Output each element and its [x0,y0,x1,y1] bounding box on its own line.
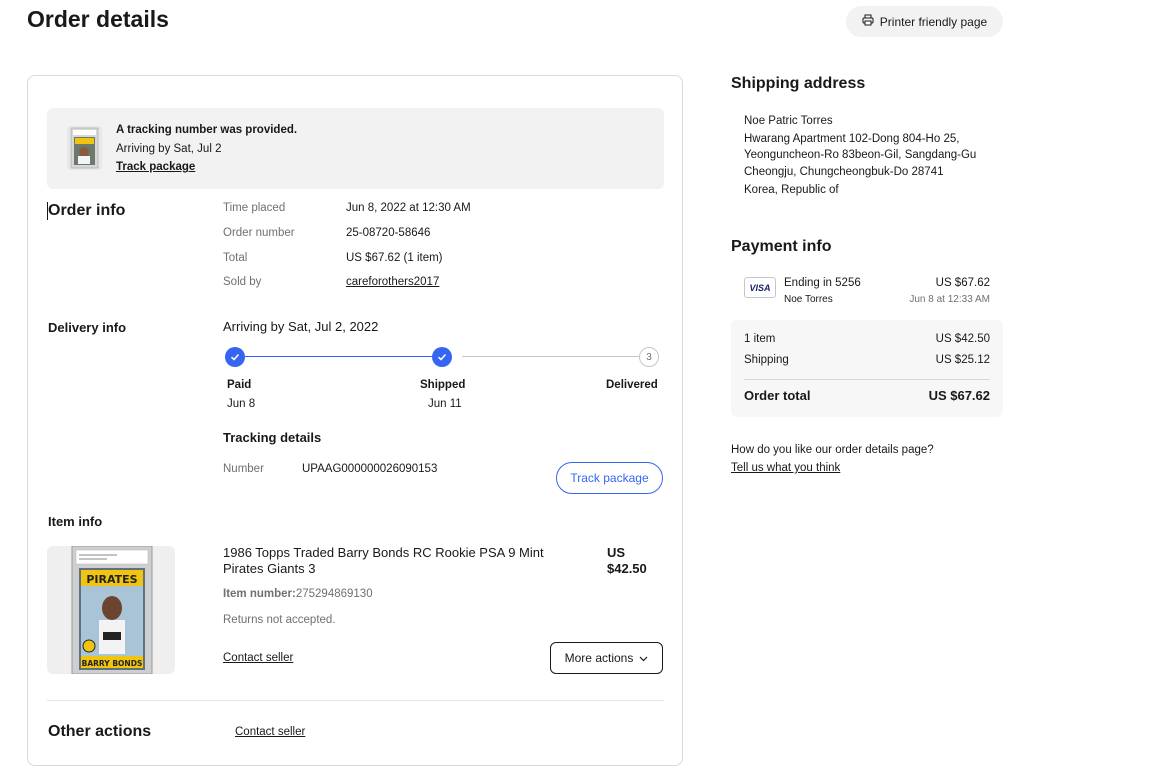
banner-arrival: Arriving by Sat, Jul 2 [116,143,222,155]
order-summary: 1 item US $42.50 Shipping US $25.12 Orde… [731,320,1003,417]
payment-date: Jun 8 at 12:33 AM [909,294,990,305]
step-paid-label: Paid [227,379,252,391]
visa-card-icon: VISA [744,277,776,298]
order-total-label: Order total [744,388,811,403]
chevron-down-icon [639,651,648,665]
time-placed-value: Jun 8, 2022 at 12:30 AM [346,202,471,214]
printer-icon [862,14,874,29]
step-delivered-label: Delivered [606,379,658,391]
page-title: Order details [27,6,169,32]
item-title[interactable]: 1986 Topps Traded Barry Bonds RC Rookie … [223,545,568,577]
delivery-arrival: Arriving by Sat, Jul 2, 2022 [223,319,379,334]
item-price-amount: $42.50 [607,561,647,576]
shipping-line-3: Cheongju, Chungcheongbuk-Do 28741 [744,166,944,178]
tracking-number-label: Number [223,463,264,475]
order-number-label: Order number [223,227,295,239]
item-number-label: Item number: [223,588,296,600]
summary-shipping-value: US $25.12 [935,354,990,366]
progress-line-complete [243,356,443,357]
shipping-line-4: Korea, Republic of [744,184,839,196]
feedback-question: How do you like our order details page? [731,444,934,456]
seller-link[interactable]: careforothers2017 [346,276,439,288]
payment-amount: US $67.62 [935,277,990,289]
summary-divider [744,379,990,380]
tracking-details-title: Tracking details [223,430,322,445]
order-info-title: Order info [48,202,126,219]
item-image[interactable]: PIRATES BARRY BONDS [47,546,175,674]
item-thumbnail [67,126,102,170]
summary-items-value: US $42.50 [935,333,990,345]
section-divider [47,700,664,701]
progress-line-pending [462,356,643,357]
other-contact-seller-link[interactable]: Contact seller [235,726,305,738]
card-brand-text: PIRATES [86,573,137,586]
step-shipped-label: Shipped [420,379,466,391]
more-actions-label: More actions [564,651,634,665]
track-package-button[interactable]: Track package [556,462,663,494]
step-delivered-marker: 3 [639,347,659,367]
shipping-address-title: Shipping address [731,75,866,92]
total-value: US $67.62 (1 item) [346,252,443,264]
returns-policy: Returns not accepted. [223,614,336,626]
banner-title: A tracking number was provided. [116,124,298,136]
order-total-value: US $67.62 [928,388,990,403]
tracking-banner: A tracking number was provided. Arriving… [47,108,664,189]
time-placed-label: Time placed [223,202,286,214]
total-label: Total [223,252,248,264]
step-shipped-check-icon [432,347,452,367]
delivery-info-title: Delivery info [48,320,127,335]
delivery-progress: 3 Paid Shipped Delivered Jun 8 Jun 11 [223,346,665,416]
summary-shipping-label: Shipping [744,354,789,366]
sold-by-label: Sold by [223,276,262,288]
printer-friendly-button[interactable]: Printer friendly page [846,6,1003,37]
contact-seller-link[interactable]: Contact seller [223,652,293,664]
step-paid-check-icon [225,347,245,367]
more-actions-button[interactable]: More actions [550,642,663,674]
item-number-value: 275294869130 [295,588,373,600]
printer-friendly-label: Printer friendly page [879,14,988,29]
shipping-line-2: Yeonguncheon-Ro 83beon-Gil, Sangdang-Gu [744,149,977,161]
tracking-number-value: UPAAG000000026090153 [302,463,438,475]
shipping-name: Noe Patric Torres [744,115,833,127]
item-price-currency: US [607,545,626,560]
other-actions-title: Other actions [48,723,152,740]
feedback-link[interactable]: Tell us what you think [731,462,840,474]
step-paid-date: Jun 8 [227,398,256,410]
step-shipped-date: Jun 11 [428,398,462,410]
item-number: Item number:275294869130 [223,588,373,600]
order-number-value: 25-08720-58646 [346,227,431,239]
summary-items-label: 1 item [744,333,776,345]
card-ending: Ending in 5256 [784,277,861,289]
payment-info-title: Payment info [731,238,832,255]
banner-track-link[interactable]: Track package [116,161,195,173]
card-player-text: BARRY BONDS [82,659,143,668]
item-price: US $42.50 [607,545,647,577]
order-card: A tracking number was provided. Arriving… [27,75,683,766]
card-holder-name: Noe Torres [784,294,833,305]
item-info-title: Item info [48,514,103,529]
shipping-line-1: Hwarang Apartment 102-Dong 804-Ho 25, [744,133,960,145]
